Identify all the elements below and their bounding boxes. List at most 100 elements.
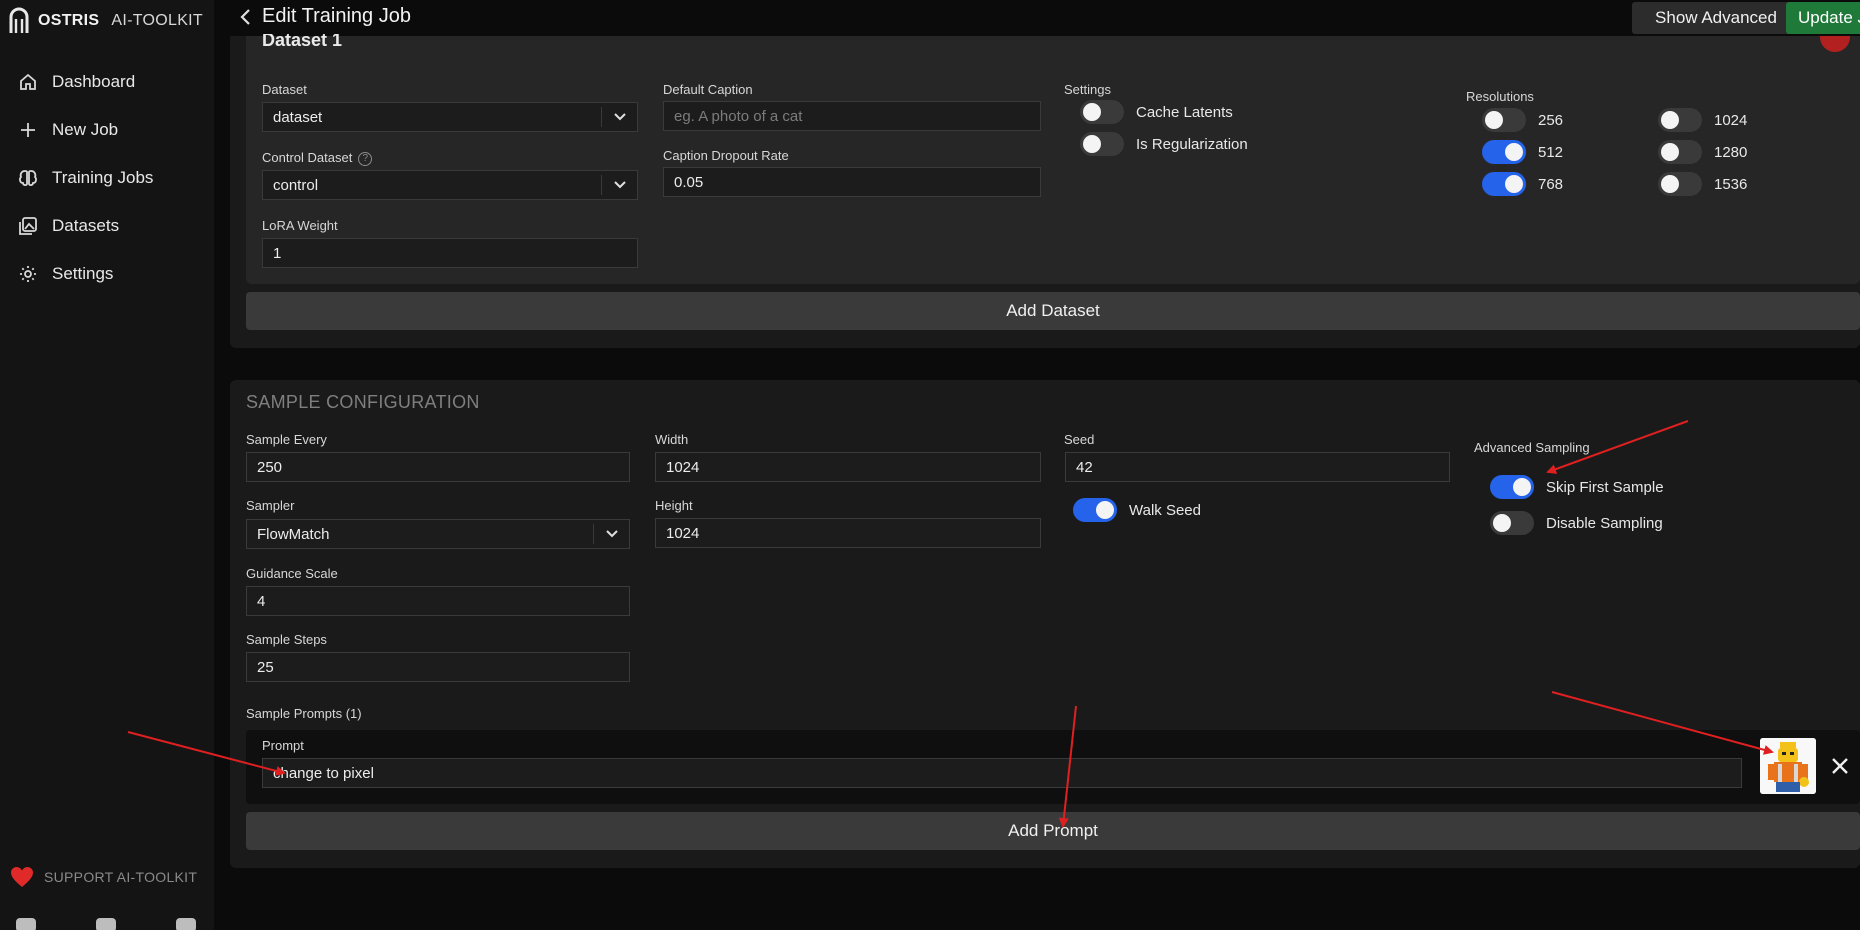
resolution-512-label: 512 (1538, 144, 1564, 161)
guidance-scale-input[interactable]: 4 (246, 586, 630, 616)
walk-seed-label: Walk Seed (1129, 502, 1201, 519)
brand-product: AI-TOOLKIT (111, 12, 203, 29)
resolution-1024-toggle[interactable] (1658, 108, 1702, 132)
dataset-title: Dataset 1 (262, 34, 343, 50)
resolution-1280-toggle[interactable] (1658, 140, 1702, 164)
control-dataset-label: Control Dataset? (262, 150, 373, 166)
caption-dropout-input[interactable]: 0.05 (663, 167, 1041, 197)
resolution-768-toggle[interactable] (1482, 172, 1526, 196)
top-header: Edit Training Job Show Advanced Update J… (214, 0, 1860, 36)
sidebar-item-settings[interactable]: Settings (0, 250, 214, 298)
advanced-sampling-label: Advanced Sampling (1474, 440, 1590, 455)
height-input[interactable]: 1024 (655, 518, 1041, 548)
walk-seed-toggle[interactable] (1073, 498, 1117, 522)
control-image-thumbnail[interactable] (1760, 738, 1816, 794)
sampler-label: Sampler (246, 498, 295, 513)
resolution-256-label: 256 (1538, 112, 1564, 129)
resolution-1536-toggle[interactable] (1658, 172, 1702, 196)
resolution-1024-label: 1024 (1714, 112, 1748, 129)
caption-dropout-label: Caption Dropout Rate (663, 148, 789, 163)
brain-icon (19, 170, 37, 186)
brand-logo[interactable]: OSTRIS AI-TOOLKIT (8, 6, 203, 36)
seed-input[interactable]: 42 (1065, 452, 1450, 482)
cache-latents-toggle[interactable] (1080, 100, 1124, 124)
resolution-768-label: 768 (1538, 176, 1564, 193)
is-regularization-label: Is Regularization (1136, 136, 1248, 153)
width-label: Width (655, 432, 689, 447)
sampler-select[interactable]: FlowMatch (246, 519, 630, 549)
width-input[interactable]: 1024 (655, 452, 1041, 482)
sample-every-label: Sample Every (246, 432, 327, 447)
page-title: Edit Training Job (262, 5, 411, 27)
gear-icon (20, 266, 36, 282)
add-prompt-button[interactable]: Add Prompt (246, 812, 1860, 850)
help-icon[interactable]: ? (358, 151, 373, 166)
sidebar-item-label: Training Jobs (52, 168, 154, 187)
youtube-icon[interactable] (96, 918, 116, 930)
default-caption-input[interactable]: eg. A photo of a cat (663, 101, 1041, 131)
sidebar-item-datasets[interactable]: Datasets (0, 202, 214, 250)
skip-first-sample-toggle[interactable] (1490, 475, 1534, 499)
lora-weight-input[interactable]: 1 (262, 238, 638, 268)
sidebar-nav: Dashboard New Job Training Jobs Datasets… (0, 58, 214, 298)
sidebar-item-dashboard[interactable]: Dashboard (0, 58, 214, 106)
default-caption-label: Default Caption (663, 82, 753, 97)
images-icon (19, 217, 37, 235)
guidance-scale-label: Guidance Scale (246, 566, 338, 581)
update-job-button[interactable]: Update Job (1786, 2, 1860, 34)
sidebar-item-label: Datasets (52, 216, 120, 235)
ostris-logo-icon (9, 7, 29, 33)
settings-label: Settings (1064, 82, 1111, 97)
skip-first-sample-label: Skip First Sample (1546, 479, 1664, 496)
x-icon[interactable] (176, 918, 196, 930)
support-label: SUPPORT AI-TOOLKIT (44, 869, 198, 885)
plus-icon (21, 123, 35, 137)
sidebar: OSTRIS AI-TOOLKIT Dashboard New Job Trai… (0, 0, 214, 930)
add-dataset-button[interactable]: Add Dataset (246, 292, 1860, 330)
height-label: Height (655, 498, 693, 513)
lora-weight-label: LoRA Weight (262, 218, 338, 233)
chevron-left-icon (240, 9, 250, 25)
lego-figure-image (1760, 738, 1816, 794)
sample-prompts-label: Sample Prompts (1) (246, 706, 362, 721)
support-link[interactable]: SUPPORT AI-TOOLKIT (10, 866, 197, 888)
sidebar-item-label: Settings (52, 264, 114, 283)
sidebar-item-training-jobs[interactable]: Training Jobs (0, 154, 214, 202)
sample-config-title: SAMPLE CONFIGURATION (246, 392, 480, 412)
disable-sampling-label: Disable Sampling (1546, 515, 1663, 532)
sidebar-item-label: Dashboard (52, 72, 136, 91)
discord-icon[interactable] (16, 918, 36, 930)
brand-name: OSTRIS (38, 12, 100, 29)
resolution-512-toggle[interactable] (1482, 140, 1526, 164)
dataset-select[interactable]: dataset (262, 102, 638, 132)
social-links (16, 918, 196, 930)
resolution-1280-label: 1280 (1714, 144, 1748, 161)
resolution-1536-label: 1536 (1714, 176, 1748, 193)
dataset-select-value: dataset (273, 108, 323, 126)
sample-every-input[interactable]: 250 (246, 452, 630, 482)
resolutions-label: Resolutions (1466, 89, 1534, 104)
show-advanced-button[interactable]: Show Advanced (1632, 2, 1800, 34)
home-icon (20, 73, 36, 90)
sample-steps-label: Sample Steps (246, 632, 327, 647)
heart-icon (11, 867, 33, 887)
chevron-down-icon (601, 175, 637, 195)
seed-label: Seed (1064, 432, 1095, 447)
remove-prompt-button[interactable] (1830, 756, 1850, 776)
dataset-label: Dataset (262, 82, 307, 97)
back-button[interactable] (236, 6, 256, 28)
sidebar-item-label: New Job (52, 120, 119, 139)
sidebar-item-new-job[interactable]: New Job (0, 106, 214, 154)
chevron-down-icon (593, 524, 629, 544)
resolution-256-toggle[interactable] (1482, 108, 1526, 132)
cache-latents-label: Cache Latents (1136, 104, 1233, 121)
control-dataset-select[interactable]: control (262, 170, 638, 200)
sample-steps-input[interactable]: 25 (246, 652, 630, 682)
is-regularization-toggle[interactable] (1080, 132, 1124, 156)
control-dataset-value: control (273, 176, 319, 194)
prompt-input[interactable]: change to pixel (262, 758, 1742, 788)
control-dataset-label-text: Control Dataset (262, 150, 353, 165)
prompt-label: Prompt (262, 738, 304, 753)
close-icon (1832, 758, 1848, 774)
disable-sampling-toggle[interactable] (1490, 511, 1534, 535)
